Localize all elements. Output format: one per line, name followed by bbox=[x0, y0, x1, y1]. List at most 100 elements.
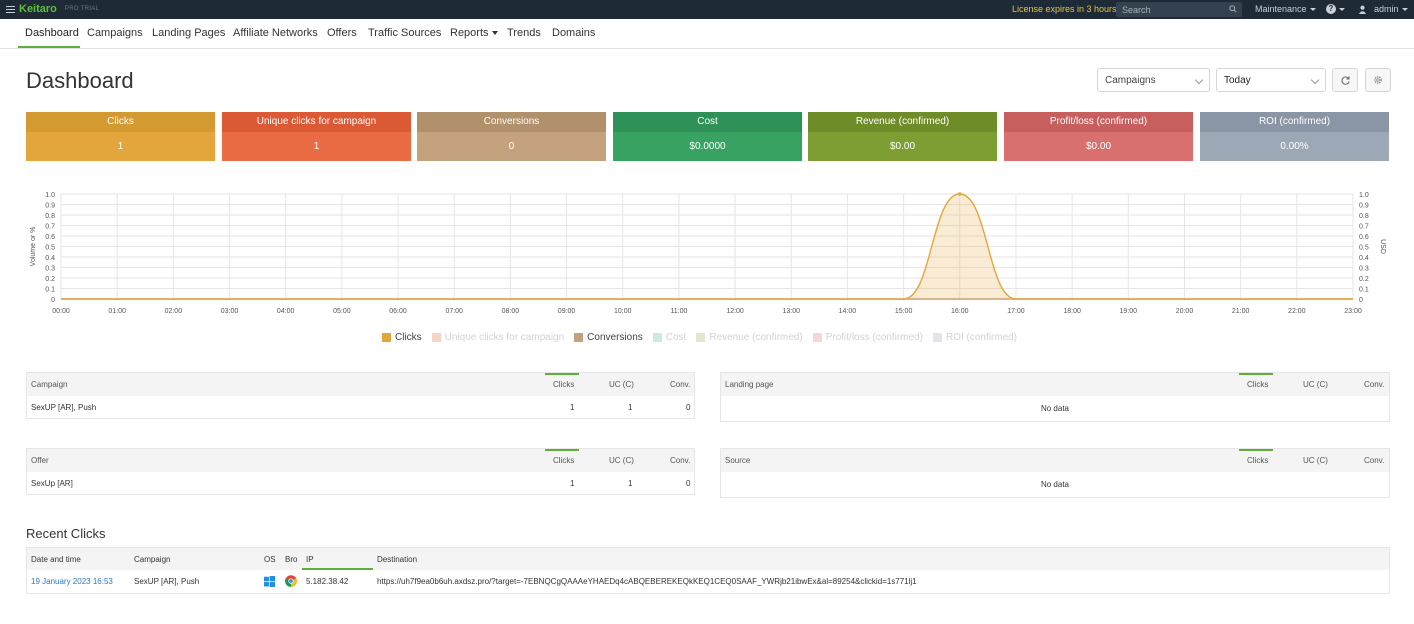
metric-conversions[interactable]: Conversions 0 bbox=[417, 112, 606, 161]
recent-clicks-table: Date and time Campaign OS Bro IP Destina… bbox=[26, 547, 1390, 594]
help-menu[interactable]: ? bbox=[1326, 4, 1345, 14]
x-tick-label: 22:00 bbox=[1288, 308, 1306, 315]
top-bar: Keitaro PRO TRIAL License expires in 3 h… bbox=[0, 0, 1414, 19]
column-header[interactable]: Destination bbox=[377, 555, 417, 564]
x-tick-label: 10:00 bbox=[614, 308, 632, 315]
column-header[interactable]: Clicks bbox=[1247, 380, 1268, 389]
metric-profit-loss[interactable]: Profit/loss (confirmed) $0.00 bbox=[1004, 112, 1193, 161]
column-header[interactable]: Date and time bbox=[31, 555, 81, 564]
column-header[interactable]: Conv. bbox=[1364, 380, 1384, 389]
nav-dashboard[interactable]: Dashboard bbox=[25, 27, 79, 39]
user-menu[interactable]: admin bbox=[1358, 4, 1408, 14]
column-header[interactable]: Clicks bbox=[1247, 456, 1268, 465]
column-header[interactable]: Clicks bbox=[553, 456, 574, 465]
y-tick-label: 1.0 bbox=[45, 192, 55, 199]
column-header[interactable]: Clicks bbox=[553, 380, 574, 389]
search-box[interactable] bbox=[1116, 2, 1242, 17]
legend-item[interactable]: Clicks bbox=[382, 332, 422, 343]
table-header: Landing page Clicks UC (C) Conv. bbox=[721, 373, 1389, 396]
license-notice[interactable]: License expires in 3 hours bbox=[1012, 4, 1117, 14]
metric-value: 1 bbox=[222, 132, 411, 161]
nav-domains[interactable]: Domains bbox=[552, 27, 595, 39]
y2-tick-label: 0 bbox=[1359, 297, 1363, 304]
sort-indicator bbox=[545, 373, 579, 375]
y-axis-label: Volume or % bbox=[30, 227, 37, 267]
brand: Keitaro PRO TRIAL bbox=[6, 3, 99, 15]
metric-value: 1 bbox=[26, 132, 215, 161]
row-clicks: 1 bbox=[570, 479, 575, 488]
column-header[interactable]: UC (C) bbox=[1303, 380, 1328, 389]
nav-trends[interactable]: Trends bbox=[507, 27, 541, 39]
legend-item[interactable]: Cost bbox=[652, 332, 687, 343]
legend-swatch bbox=[696, 333, 706, 342]
nav-landing-pages[interactable]: Landing Pages bbox=[152, 27, 225, 39]
settings-button[interactable] bbox=[1365, 68, 1391, 92]
chevron-down-icon bbox=[1339, 7, 1345, 11]
legend-item[interactable]: Profit/loss (confirmed) bbox=[812, 332, 923, 343]
legend-item[interactable]: Revenue (confirmed) bbox=[696, 332, 803, 343]
metric-unique-clicks[interactable]: Unique clicks for campaign 1 bbox=[222, 112, 411, 161]
column-header[interactable]: Source bbox=[725, 456, 750, 465]
empty-row: No data bbox=[721, 472, 1389, 497]
campaign-group-select[interactable]: Campaigns bbox=[1097, 68, 1210, 92]
legend-label: ROI (confirmed) bbox=[945, 332, 1018, 343]
refresh-button[interactable] bbox=[1332, 68, 1358, 92]
refresh-icon bbox=[1340, 75, 1350, 85]
table-header: Campaign Clicks UC (C) Conv. bbox=[27, 373, 694, 396]
column-header[interactable]: IP bbox=[306, 555, 314, 564]
metric-value: $0.00 bbox=[1004, 132, 1193, 161]
metric-label: Clicks bbox=[26, 112, 215, 132]
column-header[interactable]: Conv. bbox=[670, 456, 690, 465]
metric-revenue[interactable]: Revenue (confirmed) $0.00 bbox=[808, 112, 997, 161]
column-header[interactable]: Campaign bbox=[134, 555, 170, 564]
nav-reports-label: Reports bbox=[450, 27, 489, 39]
y-tick-label: 0 bbox=[51, 297, 55, 304]
table-row[interactable]: 19 January 2023 16:53 SexUP [AR], Push 5… bbox=[27, 570, 1389, 593]
maintenance-menu[interactable]: Maintenance bbox=[1255, 4, 1316, 14]
nav-campaigns[interactable]: Campaigns bbox=[87, 27, 143, 39]
x-tick-label: 16:00 bbox=[951, 308, 969, 315]
nav-reports[interactable]: Reports bbox=[450, 27, 498, 39]
legend-item[interactable]: Unique clicks for campaign bbox=[431, 332, 564, 343]
column-header[interactable]: Conv. bbox=[670, 380, 690, 389]
period-value: Today bbox=[1224, 75, 1251, 86]
metric-label: Cost bbox=[613, 112, 802, 132]
metric-label: ROI (confirmed) bbox=[1200, 112, 1389, 132]
metric-clicks[interactable]: Clicks 1 bbox=[26, 112, 215, 161]
menu-icon[interactable] bbox=[6, 5, 15, 13]
legend-label: Clicks bbox=[395, 332, 422, 343]
nav-offers[interactable]: Offers bbox=[327, 27, 357, 39]
column-header[interactable]: Landing page bbox=[725, 380, 774, 389]
column-header[interactable]: Bro bbox=[285, 555, 297, 564]
click-datetime-link[interactable]: 19 January 2023 16:53 bbox=[31, 577, 113, 586]
metric-roi[interactable]: ROI (confirmed) 0.00% bbox=[1200, 112, 1389, 161]
column-header[interactable]: UC (C) bbox=[609, 380, 634, 389]
chevron-down-icon bbox=[1310, 75, 1320, 85]
column-header[interactable]: UC (C) bbox=[1303, 456, 1328, 465]
y2-tick-label: 0.2 bbox=[1359, 276, 1369, 283]
metric-cost[interactable]: Cost $0.0000 bbox=[613, 112, 802, 161]
column-header[interactable]: Conv. bbox=[1364, 456, 1384, 465]
nav-traffic-sources[interactable]: Traffic Sources bbox=[368, 27, 441, 39]
search-input[interactable] bbox=[1116, 2, 1224, 17]
y2-tick-label: 0.5 bbox=[1359, 245, 1369, 252]
metric-value: 0.00% bbox=[1200, 132, 1389, 161]
period-select[interactable]: Today bbox=[1216, 68, 1326, 92]
x-tick-label: 03:00 bbox=[221, 308, 239, 315]
legend-swatch bbox=[812, 333, 822, 342]
legend-label: Cost bbox=[665, 332, 687, 343]
table-row[interactable]: SexUP [AR], Push 1 1 0 bbox=[27, 396, 694, 418]
y2-tick-label: 0.6 bbox=[1359, 234, 1369, 241]
legend-swatch bbox=[574, 333, 584, 342]
column-header[interactable]: Offer bbox=[31, 456, 49, 465]
column-header[interactable]: OS bbox=[264, 555, 276, 564]
column-header[interactable]: Campaign bbox=[31, 380, 67, 389]
y2-tick-label: 0.9 bbox=[1359, 203, 1369, 210]
logo[interactable]: Keitaro bbox=[19, 3, 57, 15]
legend-item[interactable]: ROI (confirmed) bbox=[932, 332, 1018, 343]
nav-affiliate-networks[interactable]: Affiliate Networks bbox=[233, 27, 318, 39]
column-header[interactable]: UC (C) bbox=[609, 456, 634, 465]
traffic-chart: 0 0 0.1 0.1 0.2 0.2 0.3 0.3 0.4 0.4 0.5 0.5 0.6 0.6 0.… bbox=[30, 192, 1386, 315]
table-row[interactable]: SexUp [AR] 1 1 0 bbox=[27, 472, 694, 494]
legend-item[interactable]: Conversions bbox=[574, 332, 643, 343]
